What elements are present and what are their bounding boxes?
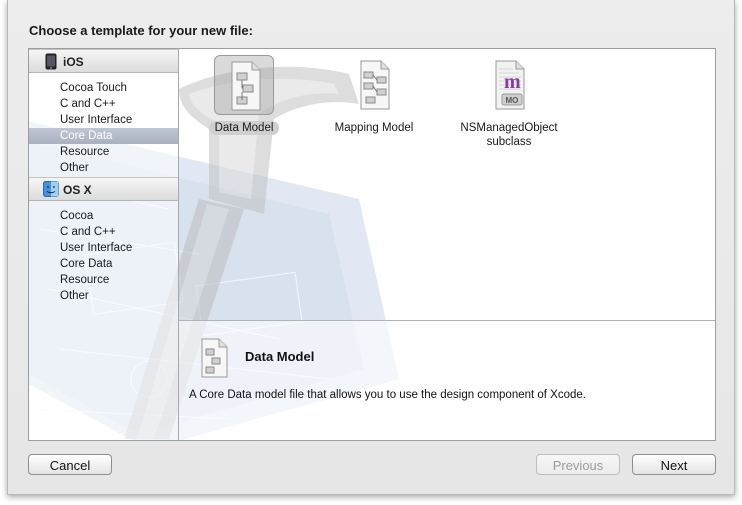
data-model-document-icon — [201, 338, 228, 378]
template-data-model[interactable]: Data Model — [199, 55, 289, 145]
sidebar-item-ios-core-data[interactable]: Core Data — [29, 128, 178, 144]
sidebar-item-ios-c-and-cpp[interactable]: C and C++ — [29, 96, 178, 112]
iphone-icon — [45, 53, 57, 70]
sidebar-item-ios-other[interactable]: Other — [29, 160, 178, 176]
m-glyph: m — [504, 71, 521, 93]
sidebar-item-osx-other[interactable]: Other — [29, 288, 178, 304]
template-panel: iOS Cocoa Touch C and C++ User Interface… — [28, 48, 716, 441]
template-selection-highlight — [214, 55, 274, 115]
template-label-line1: NSManagedObject — [460, 122, 558, 134]
template-mapping-model[interactable]: Mapping Model — [329, 55, 419, 145]
sidebar-group-label: OS X — [63, 183, 92, 197]
description-text: A Core Data model file that allows you t… — [189, 389, 586, 401]
sidebar-group-label: iOS — [63, 55, 84, 69]
next-button[interactable]: Next — [632, 454, 716, 475]
finder-icon — [43, 181, 59, 197]
template-icon-box: m MO — [479, 55, 539, 115]
template-label-line2: subclass — [486, 136, 532, 148]
description-title: Data Model — [245, 349, 315, 364]
template-label: Data Model — [208, 121, 280, 135]
mapping-model-document-icon — [360, 60, 390, 110]
template-category-sidebar: iOS Cocoa Touch C and C++ User Interface… — [29, 49, 179, 440]
dialog-heading: Choose a template for your new file: — [29, 23, 253, 38]
sidebar-group-osx: OS X — [29, 177, 178, 201]
new-file-sheet: Choose a template for your new file: iOS… — [7, 0, 735, 495]
cancel-button[interactable]: Cancel — [28, 454, 112, 475]
sidebar-item-osx-c-and-cpp[interactable]: C and C++ — [29, 224, 178, 240]
sidebar-item-ios-resource[interactable]: Resource — [29, 144, 178, 160]
mo-badge: MO — [506, 96, 519, 105]
template-nsmanagedobject-subclass[interactable]: m MO NSManagedObject subclass — [449, 55, 569, 155]
sidebar-item-osx-user-interface[interactable]: User Interface — [29, 240, 178, 256]
sidebar-item-ios-user-interface[interactable]: User Interface — [29, 112, 178, 128]
previous-button[interactable]: Previous — [536, 454, 620, 475]
template-label: Mapping Model — [334, 122, 414, 134]
managed-object-class-icon: m MO — [495, 60, 525, 110]
sidebar-item-osx-core-data[interactable]: Core Data — [29, 256, 178, 272]
sidebar-item-osx-cocoa[interactable]: Cocoa — [29, 208, 178, 224]
template-icon-box — [344, 55, 404, 115]
data-model-document-icon — [231, 61, 261, 111]
sidebar-item-osx-resource[interactable]: Resource — [29, 272, 178, 288]
sidebar-group-ios: iOS — [29, 49, 178, 73]
template-description: Data Model A Core Data model file that a… — [179, 321, 715, 440]
sidebar-item-ios-cocoa-touch[interactable]: Cocoa Touch — [29, 80, 178, 96]
